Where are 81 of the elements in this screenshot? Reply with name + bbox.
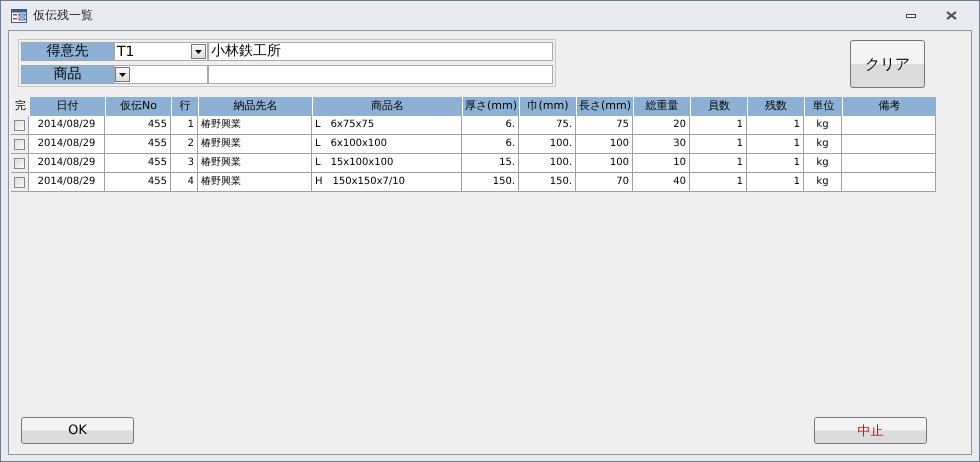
name-field[interactable]: 小林鉄工所 <box>208 42 553 61</box>
form-icon <box>11 8 27 22</box>
table-cell: 455 <box>105 135 171 154</box>
table-cell: L 15x100x100 <box>312 154 462 173</box>
field-label: 得意先 <box>21 42 114 61</box>
dropdown-icon[interactable] <box>191 44 206 59</box>
table-cell: 1 <box>747 173 804 192</box>
table-cell: 2014/08/29 <box>29 154 105 173</box>
table-cell: 1 <box>747 116 804 135</box>
clear-button[interactable]: クリア <box>850 40 925 88</box>
name-field[interactable] <box>208 65 553 84</box>
table-cell: 2014/08/29 <box>29 135 105 154</box>
table-cell: 150. <box>462 173 519 192</box>
table-cell: 2014/08/29 <box>29 173 105 192</box>
column-header: 員数 <box>690 97 747 116</box>
column-header: 完 <box>11 97 29 116</box>
table-cell: 椿野興業 <box>198 173 312 192</box>
table-cell: 75. <box>519 116 576 135</box>
table-cell: 椿野興業 <box>198 135 312 154</box>
table-cell: 1 <box>690 135 747 154</box>
table-cell: 2 <box>171 135 198 154</box>
column-header: 厚さ(mm) <box>462 97 519 116</box>
minimize-icon[interactable] <box>906 14 916 18</box>
table-cell: kg <box>804 116 842 135</box>
checkbox[interactable] <box>14 176 25 188</box>
combo-box[interactable]: T1 <box>114 42 208 61</box>
cancel-button[interactable]: 中止 <box>814 417 927 444</box>
column-header: 備考 <box>842 97 936 116</box>
column-header: 総重量 <box>633 97 690 116</box>
table-cell: 20 <box>633 116 690 135</box>
table-cell: 1 <box>747 135 804 154</box>
table-cell: L 6x100x100 <box>312 135 462 154</box>
table-cell: 455 <box>105 116 171 135</box>
ok-button[interactable]: OK <box>21 417 134 444</box>
checkbox[interactable] <box>14 120 25 130</box>
table-cell: 100 <box>576 135 633 154</box>
column-header: 商品名 <box>312 97 462 116</box>
table-cell: 1 <box>690 116 747 135</box>
table-cell: 6. <box>462 135 519 154</box>
table-cell: 1 <box>690 154 747 173</box>
dropdown-icon[interactable] <box>115 67 130 82</box>
table-cell: kg <box>804 154 842 173</box>
table-cell: 1 <box>747 154 804 173</box>
close-icon[interactable] <box>946 11 957 20</box>
column-header: 残数 <box>747 97 804 116</box>
checkbox[interactable] <box>14 138 25 150</box>
table-cell: 15. <box>462 154 519 173</box>
table-cell: 75 <box>576 116 633 135</box>
column-header: 納品先名 <box>198 97 312 116</box>
column-header: 単位 <box>804 97 842 116</box>
window-title: 仮伝残一覧 <box>33 7 93 24</box>
table-cell: 3 <box>171 154 198 173</box>
combo-box[interactable] <box>114 65 208 84</box>
table-cell: 40 <box>633 173 690 192</box>
column-header: 日付 <box>29 97 105 116</box>
checkbox[interactable] <box>14 158 25 168</box>
table-cell: 10 <box>633 154 690 173</box>
table-cell: L 6x75x75 <box>312 116 462 135</box>
table-cell: 150. <box>519 173 576 192</box>
column-header: 巾(mm) <box>519 97 576 116</box>
table-cell: 100. <box>519 135 576 154</box>
column-header: 仮伝No <box>105 97 171 116</box>
table-cell: 100 <box>576 154 633 173</box>
table-cell: kg <box>804 135 842 154</box>
table-cell: 100. <box>519 154 576 173</box>
table-cell: H 150x150x7/10 <box>312 173 462 192</box>
table-cell: 椿野興業 <box>198 154 312 173</box>
table-cell: 70 <box>576 173 633 192</box>
table-cell: 4 <box>171 173 198 192</box>
table-cell: kg <box>804 173 842 192</box>
table-cell: 1 <box>690 173 747 192</box>
table-cell: 2014/08/29 <box>29 116 105 135</box>
table-cell: 30 <box>633 135 690 154</box>
table-cell: 椿野興業 <box>198 116 312 135</box>
field-label: 商品 <box>21 65 114 84</box>
column-header: 長さ(mm) <box>576 97 633 116</box>
table-cell: 455 <box>105 154 171 173</box>
table-cell: 455 <box>105 173 171 192</box>
table-cell: 1 <box>171 116 198 135</box>
table-cell: 6. <box>462 116 519 135</box>
column-header: 行 <box>171 97 198 116</box>
